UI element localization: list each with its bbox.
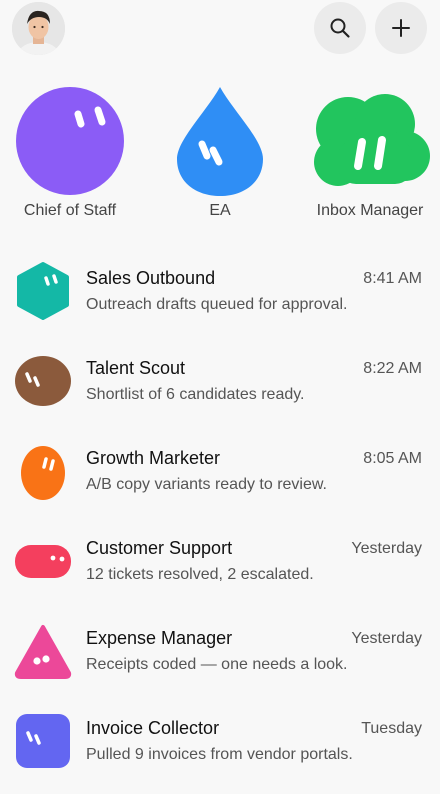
featured-chief-of-staff[interactable]: Chief of Staff: [0, 84, 140, 234]
agent-name: Talent Scout: [86, 358, 186, 378]
brown-oval-blob-icon: [15, 356, 71, 406]
orange-egg-blob-icon: [21, 446, 65, 500]
list-item-sales-outbound[interactable]: Sales Outbound 8:41 AM Outreach drafts q…: [0, 246, 440, 336]
purple-circle-blob-icon: [16, 87, 124, 195]
pink-triangle-blob-icon: [14, 625, 72, 679]
agent-name: Expense Manager: [86, 628, 233, 648]
featured-inbox-manager[interactable]: Inbox Manager: [300, 84, 440, 234]
agent-preview: Pulled 9 invoices from vendor portals.: [86, 746, 353, 763]
featured-ea[interactable]: EA: [150, 84, 290, 234]
agent-time: Yesterday: [351, 540, 422, 557]
agent-name: Invoice Collector: [86, 718, 220, 738]
featured-label: Chief of Staff: [23, 202, 117, 219]
search-icon: [330, 18, 350, 38]
agent-name: Sales Outbound: [86, 268, 216, 288]
top-bar: [0, 0, 440, 56]
add-button[interactable]: [375, 2, 427, 54]
agent-preview: Receipts coded — one needs a look.: [86, 656, 348, 673]
agent-time: Tuesday: [361, 720, 422, 737]
teal-hexagon-blob-icon: [17, 262, 69, 320]
list-item-expense-manager[interactable]: Expense Manager Yesterday Receipts coded…: [0, 606, 440, 696]
featured-agents: Chief of Staff EA Inbox Manager: [0, 84, 440, 234]
list-item-customer-support[interactable]: Customer Support Yesterday 12 tickets re…: [0, 516, 440, 606]
agent-preview: A/B copy variants ready to review.: [86, 476, 327, 493]
list-item-invoice-collector[interactable]: Invoice Collector Tuesday Pulled 9 invoi…: [0, 696, 440, 786]
avatar-icon: [12, 2, 65, 55]
list-item-growth-marketer[interactable]: Growth Marketer 8:05 AM A/B copy variant…: [0, 426, 440, 516]
agent-preview: Outreach drafts queued for approval.: [86, 296, 348, 313]
red-pill-blob-icon: [15, 545, 71, 578]
user-avatar[interactable]: [12, 2, 65, 55]
search-button[interactable]: [314, 2, 366, 54]
agent-name: Growth Marketer: [86, 448, 221, 468]
blue-drop-blob-icon: [177, 87, 263, 196]
agent-time: Yesterday: [351, 630, 422, 647]
list-item-talent-scout[interactable]: Talent Scout 8:22 AM Shortlist of 6 cand…: [0, 336, 440, 426]
featured-label: EA: [209, 202, 231, 219]
plus-icon: [392, 19, 410, 37]
green-cloud-blob-icon: [314, 94, 430, 186]
agent-time: 8:41 AM: [363, 270, 422, 287]
indigo-square-blob-icon: [16, 714, 70, 768]
agent-name: Customer Support: [86, 538, 233, 558]
featured-label: Inbox Manager: [316, 202, 424, 219]
agent-preview: 12 tickets resolved, 2 escalated.: [86, 566, 314, 583]
agent-preview: Shortlist of 6 candidates ready.: [86, 386, 305, 403]
agent-time: 8:22 AM: [363, 360, 422, 377]
agent-time: 8:05 AM: [363, 450, 422, 467]
